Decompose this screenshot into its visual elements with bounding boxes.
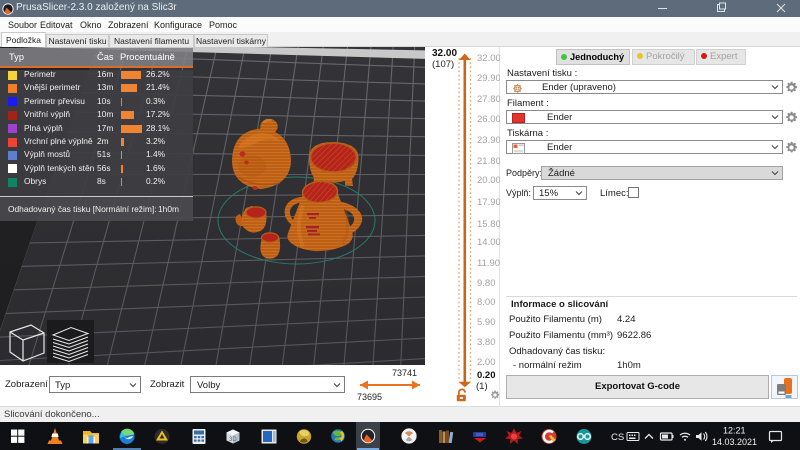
- svg-text:3D: 3D: [229, 437, 237, 443]
- svg-text:14.03.2021: 14.03.2021: [712, 437, 757, 447]
- svg-text:12:21: 12:21: [723, 426, 746, 436]
- svg-text:CS: CS: [611, 432, 624, 443]
